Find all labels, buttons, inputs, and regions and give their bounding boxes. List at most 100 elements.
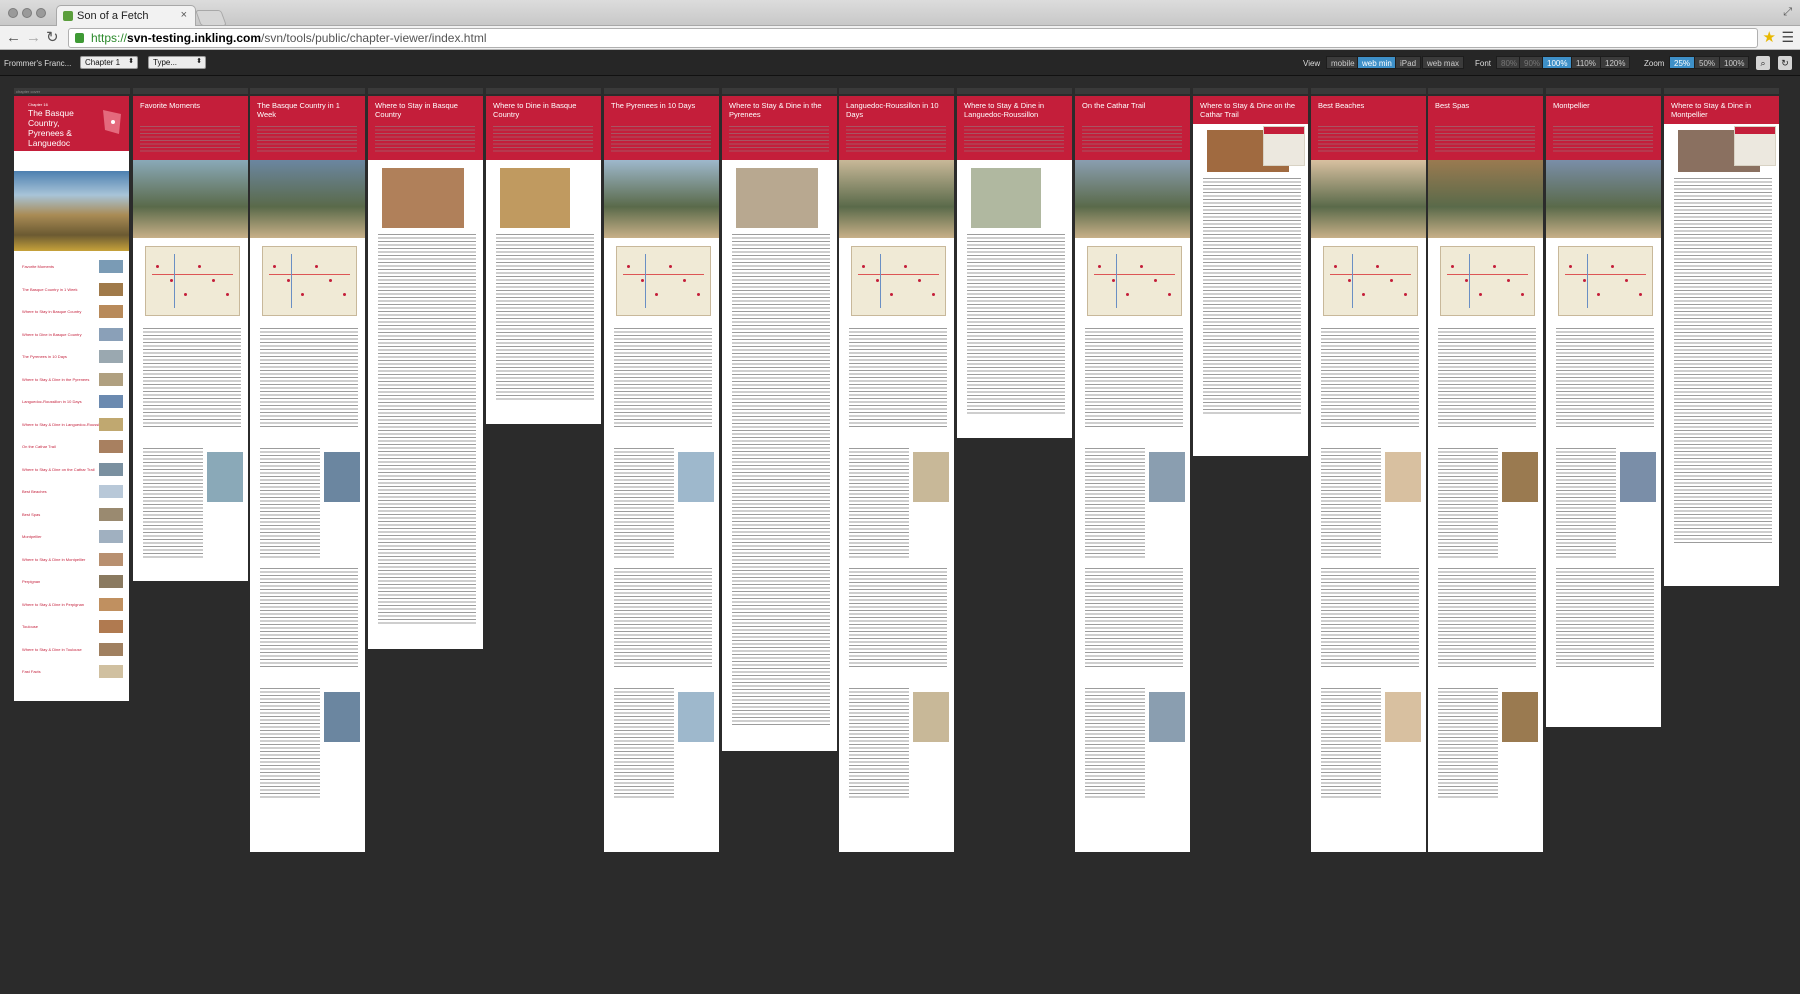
close-window-icon[interactable]: [8, 8, 18, 18]
map-pin-icon: [1098, 265, 1101, 268]
chapter-page[interactable]: Best Spas: [1428, 96, 1543, 852]
minimize-window-icon[interactable]: [22, 8, 32, 18]
toc-link[interactable]: Where to Dine in Basque Country: [22, 332, 82, 337]
chapter-page[interactable]: Languedoc-Roussillon in 10 Days: [839, 96, 954, 852]
toc-link[interactable]: Where to Stay & Dine on the Cathar Trail: [22, 467, 94, 472]
address-bar[interactable]: https://svn-testing.inkling.com/svn/tool…: [68, 28, 1758, 48]
page-title: Where to Stay & Dine in the Pyrenees: [729, 101, 822, 119]
chapter-page[interactable]: Favorite Moments: [133, 96, 248, 581]
toc-link[interactable]: Where to Stay & Dine in Montpellier: [22, 557, 85, 562]
chapter-select[interactable]: Chapter 1 ⬍: [80, 56, 138, 69]
body-text-block: [496, 234, 594, 400]
font-option-100[interactable]: 100%: [1542, 56, 1573, 69]
map-route-line: [1329, 274, 1412, 276]
map-pin-icon: [1334, 265, 1337, 268]
toc-link[interactable]: Favorite Moments: [22, 264, 54, 269]
header-intro-text: [1435, 126, 1535, 154]
body-text-block: [1321, 448, 1381, 558]
map-pin-icon: [1140, 265, 1143, 268]
chapter-page[interactable]: Where to Stay & Dine in Languedoc-Roussi…: [957, 96, 1072, 438]
map-pin-icon: [1112, 279, 1115, 282]
type-select[interactable]: Type... ⬍: [148, 56, 206, 69]
toc-link[interactable]: Toulouse: [22, 624, 38, 629]
map-pin-icon: [669, 265, 672, 268]
map-river-line: [1586, 253, 1588, 309]
toc-link[interactable]: The Basque Country in 1 Week: [22, 287, 78, 292]
search-icon[interactable]: ⌕: [1756, 56, 1770, 70]
toc-link[interactable]: Best Beaches: [22, 489, 47, 494]
page-file-label: [1428, 88, 1543, 94]
page-title: Montpellier: [1553, 101, 1590, 110]
toc-thumbnail: [99, 440, 123, 453]
chapter-page[interactable]: The Pyrenees in 10 Days: [604, 96, 719, 852]
book-select-label[interactable]: Frommer's Franc...: [4, 59, 71, 68]
chapter-page[interactable]: Where to Stay in Basque Country: [368, 96, 483, 649]
toc-link[interactable]: On the Cathar Trail: [22, 444, 56, 449]
refresh-icon[interactable]: ↻: [1778, 56, 1792, 70]
toc-link[interactable]: Montpellier: [22, 534, 42, 539]
bookmark-star-icon[interactable]: ★: [1763, 28, 1776, 46]
map-pin-icon: [932, 293, 935, 296]
body-text-block: [1674, 178, 1772, 544]
new-tab-button[interactable]: [195, 10, 227, 26]
tab-close-icon[interactable]: ×: [181, 9, 187, 21]
toc-link[interactable]: Where to Stay & Dine in the Pyrenees: [22, 377, 89, 382]
page-header: Where to Stay & Dine in the Pyrenees: [722, 96, 837, 160]
zoom-label: Zoom: [1644, 59, 1665, 68]
hero-photo: [1075, 160, 1190, 238]
forward-arrow-icon[interactable]: →: [26, 29, 41, 46]
chapter-page[interactable]: Where to Dine in Basque Country: [486, 96, 601, 424]
zoom-option-25[interactable]: 25%: [1669, 56, 1696, 69]
chapter-page[interactable]: On the Cathar Trail: [1075, 96, 1190, 852]
back-arrow-icon[interactable]: ←: [6, 29, 21, 46]
toc-link[interactable]: Where to Stay in Basque Country: [22, 309, 81, 314]
inline-photo: [1149, 692, 1185, 742]
chapter-page[interactable]: Where to Stay & Dine in the Pyrenees: [722, 96, 837, 751]
toc-thumbnail: [99, 642, 123, 656]
maximize-window-icon[interactable]: [36, 8, 46, 18]
url-host: svn-testing.inkling.com: [127, 31, 262, 45]
reload-icon[interactable]: ↻: [46, 29, 59, 46]
map-pin-icon: [1154, 279, 1157, 282]
fullscreen-icon[interactable]: ⤢: [1783, 6, 1792, 19]
header-intro-text: [964, 126, 1064, 154]
map-pin-icon: [1479, 293, 1482, 296]
map-pin-icon: [918, 279, 921, 282]
body-text-block: [260, 328, 358, 428]
view-option-ipad[interactable]: iPad: [1395, 56, 1422, 69]
toc-link[interactable]: Perpignan: [22, 579, 40, 584]
map-pin-icon: [287, 279, 290, 282]
view-option-mobile[interactable]: mobile: [1326, 56, 1360, 69]
chapter-page[interactable]: Where to Stay & Dine on the Cathar Trail: [1193, 96, 1308, 456]
zoom-option-100[interactable]: 100%: [1719, 56, 1750, 69]
toc-link[interactable]: Best Spas: [22, 512, 40, 517]
chapter-page[interactable]: Best Beaches: [1311, 96, 1426, 852]
body-text-block: [260, 448, 320, 558]
toc-link[interactable]: Where to Stay & Dine in Perpignan: [22, 602, 84, 607]
menu-icon[interactable]: ☰: [1781, 29, 1794, 46]
body-text-block: [143, 328, 241, 428]
chapter-page[interactable]: The Basque Country in 1 Week: [250, 96, 365, 852]
view-option-web-min[interactable]: web min: [1357, 56, 1397, 69]
toc-link[interactable]: Fast Facts: [22, 669, 41, 674]
map-route-line: [857, 274, 940, 276]
font-option-120[interactable]: 120%: [1600, 56, 1631, 69]
sidebar-box: [1734, 126, 1776, 166]
zoom-option-50[interactable]: 50%: [1694, 56, 1721, 69]
type-select-value: Type...: [153, 58, 178, 67]
toc-link[interactable]: Where to Stay & Dine in Toulouse: [22, 647, 82, 652]
map-pin-icon: [876, 279, 879, 282]
header-intro-text: [257, 126, 357, 154]
font-option-110[interactable]: 110%: [1571, 56, 1601, 69]
toc-link[interactable]: Where to Stay & Dine in Languedoc-Roussi…: [22, 422, 105, 427]
page-file-label: [486, 88, 601, 94]
view-option-web-max[interactable]: web max: [1422, 56, 1465, 69]
chapter-page[interactable]: Where to Stay & Dine in Montpellier: [1664, 96, 1779, 586]
toc-link[interactable]: Languedoc-Roussillon in 10 Days: [22, 399, 82, 404]
browser-tab[interactable]: Son of a Fetch ×: [56, 5, 196, 26]
page-chapter-cover[interactable]: Chapter 16 The Basque Country, Pyrenees …: [14, 96, 129, 701]
url-protocol: https://: [91, 31, 128, 45]
chapter-page[interactable]: Montpellier: [1546, 96, 1661, 727]
toc-link[interactable]: The Pyrenees in 10 Days: [22, 354, 67, 359]
toc-thumbnail: [99, 462, 123, 476]
